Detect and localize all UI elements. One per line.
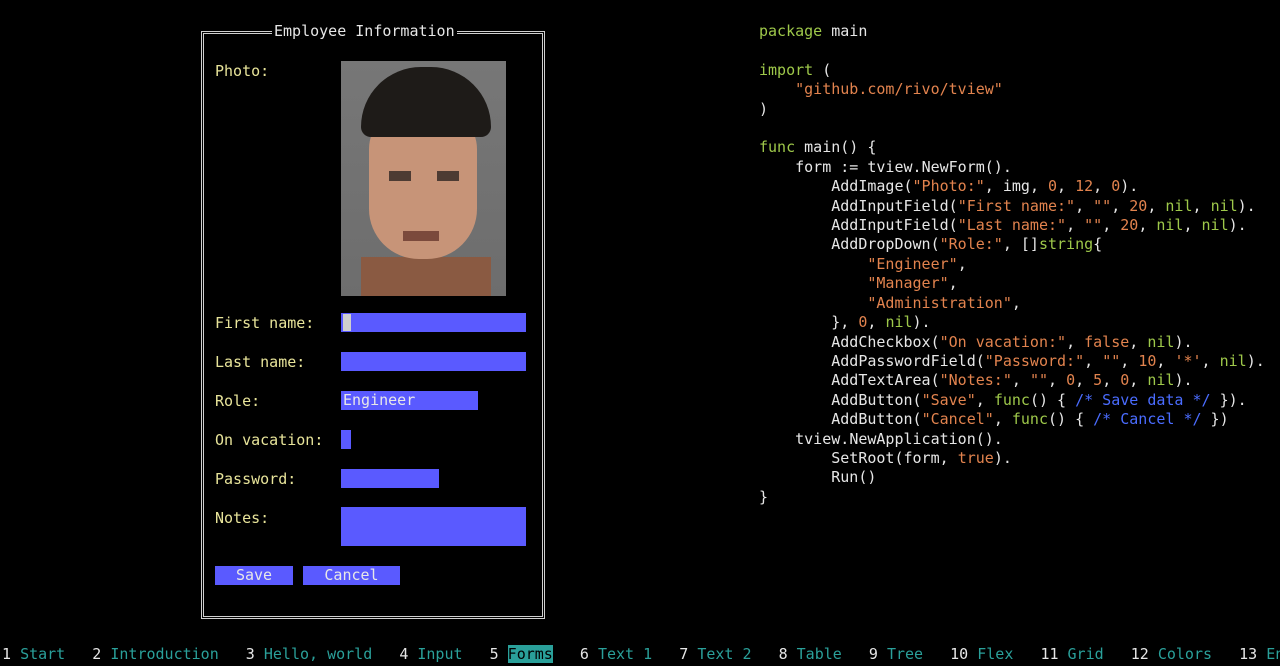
- form-title: Employee Information: [272, 22, 457, 40]
- code-line: }, 0, nil).: [759, 313, 931, 332]
- code-line: func main() {: [759, 138, 877, 157]
- nav-item-number: 3: [245, 645, 264, 663]
- code-line: "Administration",: [867, 293, 1021, 312]
- code-line: AddImage("Photo:", img, 0, 12, 0).: [831, 177, 1139, 196]
- first-name-field[interactable]: [341, 313, 526, 332]
- nav-item-grid[interactable]: 11 Grid: [1040, 644, 1103, 664]
- code-line: AddInputField("Last name:", "", 20, nil,…: [831, 216, 1247, 235]
- on-vacation-label: On vacation:: [215, 431, 324, 449]
- role-dropdown[interactable]: Engineer: [341, 391, 478, 410]
- nav-item-tree[interactable]: 9 Tree: [869, 644, 923, 664]
- on-vacation-checkbox[interactable]: [341, 430, 351, 449]
- nav-item-label: Tree: [886, 645, 924, 663]
- notes-label: Notes:: [215, 509, 270, 527]
- first-name-label: First name:: [215, 314, 315, 332]
- nav-item-label: Colors: [1157, 645, 1213, 663]
- nav-item-label: Input: [417, 645, 463, 663]
- code-line: package main: [759, 22, 868, 40]
- nav-item-introduction[interactable]: 2 Introduction: [92, 644, 218, 664]
- code-line: SetRoot(form, true).: [831, 448, 1012, 467]
- last-name-label: Last name:: [215, 353, 306, 371]
- nav-item-label: Text 1: [597, 645, 653, 663]
- code-line: Run(): [831, 468, 877, 487]
- notes-textarea[interactable]: [341, 507, 526, 546]
- code-line: ): [759, 99, 769, 118]
- code-line: AddTextArea("Notes:", "", 0, 5, 0, nil).: [831, 371, 1193, 390]
- code-line: "github.com/rivo/tview": [795, 80, 1003, 99]
- nav-item-forms[interactable]: 5 Forms: [490, 644, 553, 664]
- save-button[interactable]: Save: [215, 566, 293, 585]
- nav-item-number: 12: [1130, 645, 1158, 663]
- nav-item-text-2[interactable]: 7 Text 2: [679, 644, 751, 664]
- nav-item-label: Hello, world: [263, 645, 373, 663]
- nav-item-number: 13: [1239, 645, 1267, 663]
- code-line: form := tview.NewForm().: [795, 157, 1012, 176]
- nav-item-start[interactable]: 1 Start: [2, 644, 65, 664]
- code-line: AddButton("Cancel", func() { /* Cancel *…: [831, 410, 1229, 429]
- nav-item-label: Text 2: [697, 645, 752, 663]
- nav-item-label: Flex: [977, 645, 1014, 663]
- code-line: tview.NewApplication().: [795, 429, 1003, 448]
- nav-item-label: Introduction: [110, 645, 219, 663]
- code-line: "Engineer",: [867, 254, 967, 273]
- code-line: AddDropDown("Role:", []string{: [831, 235, 1103, 254]
- code-line: AddButton("Save", func() { /* Save data …: [831, 390, 1247, 409]
- last-name-field[interactable]: [341, 352, 526, 371]
- nav-item-number: 11: [1040, 645, 1068, 663]
- code-line: AddPasswordField("Password:", "", 10, '*…: [831, 351, 1265, 370]
- code-line: }: [759, 487, 769, 506]
- nav-item-hello-world[interactable]: 3 Hello, world: [246, 644, 372, 664]
- code-line: AddInputField("First name:", "", 20, nil…: [831, 196, 1256, 215]
- password-field[interactable]: [341, 469, 439, 488]
- slide-navigation: 1 Start 2 Introduction 3 Hello, world 4 Inp…: [0, 644, 1280, 664]
- nav-item-number: 9: [868, 645, 887, 663]
- password-label: Password:: [215, 470, 297, 488]
- nav-item-number: 7: [679, 645, 698, 663]
- role-dropdown-value: Engineer: [343, 391, 416, 409]
- code-panel: package main import ( "github.com/rivo/t…: [759, 22, 1280, 522]
- nav-item-flex[interactable]: 10 Flex: [950, 644, 1013, 664]
- nav-item-table[interactable]: 8 Table: [779, 644, 842, 664]
- nav-item-number: 4: [399, 645, 418, 663]
- nav-item-number: 10: [950, 645, 978, 663]
- text-cursor: [343, 314, 351, 331]
- nav-item-label: Start: [20, 645, 66, 663]
- photo-label: Photo:: [215, 62, 270, 80]
- nav-item-number: 6: [579, 645, 598, 663]
- nav-item-label: Forms: [507, 645, 553, 663]
- code-line: "Manager",: [867, 274, 958, 293]
- cancel-button[interactable]: Cancel: [303, 566, 400, 585]
- nav-item-text-1[interactable]: 6 Text 1: [580, 644, 652, 664]
- nav-item-end[interactable]: 13 End: [1239, 644, 1280, 664]
- nav-item-input[interactable]: 4 Input: [399, 644, 462, 664]
- nav-item-colors[interactable]: 12 Colors: [1131, 644, 1212, 664]
- nav-item-label: Grid: [1067, 645, 1104, 663]
- nav-item-number: 5: [489, 645, 508, 663]
- employee-photo: [341, 61, 506, 296]
- role-label: Role:: [215, 392, 261, 410]
- nav-item-number: 1: [2, 645, 21, 663]
- code-line: import (: [759, 60, 832, 79]
- nav-item-number: 2: [92, 645, 111, 663]
- code-line: AddCheckbox("On vacation:", false, nil).: [831, 332, 1193, 351]
- nav-item-label: End: [1266, 645, 1280, 663]
- nav-item-label: Table: [796, 645, 842, 663]
- nav-item-number: 8: [778, 645, 797, 663]
